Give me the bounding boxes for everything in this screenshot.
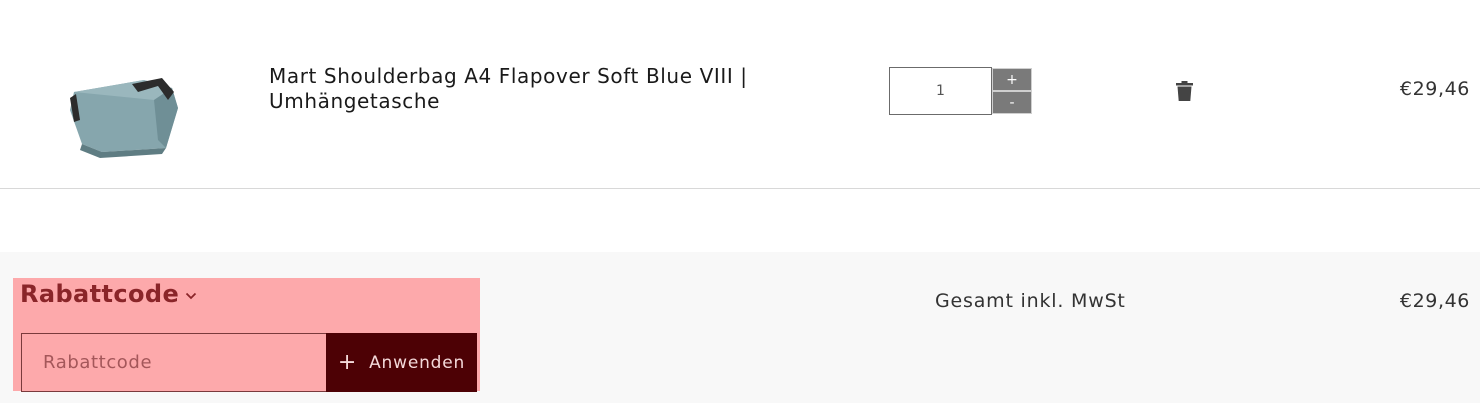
quantity-increase-button[interactable]: + — [992, 68, 1032, 91]
total-value: €29,46 — [1399, 290, 1470, 312]
trash-icon[interactable] — [1176, 81, 1193, 101]
chevron-down-icon[interactable] — [185, 292, 197, 300]
product-image[interactable] — [62, 70, 182, 160]
plus-icon: + — [337, 349, 358, 375]
discount-code-toggle[interactable]: Rabattcode — [20, 280, 179, 308]
total-label: Gesamt inkl. MwSt — [935, 290, 1126, 312]
product-name[interactable]: Mart Shoulderbag A4 Flapover Soft Blue V… — [269, 64, 789, 114]
apply-discount-button[interactable]: + Anwenden — [326, 333, 477, 392]
apply-discount-label: Anwenden — [369, 352, 466, 373]
discount-code-input[interactable] — [21, 333, 327, 392]
cart-summary: Rabattcode + Anwenden Gesamt inkl. MwSt … — [0, 252, 1480, 403]
quantity-decrease-button[interactable]: - — [992, 91, 1032, 114]
discount-code-panel: Rabattcode + Anwenden — [13, 278, 480, 392]
quantity-input[interactable]: 1 — [889, 67, 992, 115]
cart-item-row: Mart Shoulderbag A4 Flapover Soft Blue V… — [0, 0, 1480, 189]
item-price: €29,46 — [1399, 78, 1470, 100]
